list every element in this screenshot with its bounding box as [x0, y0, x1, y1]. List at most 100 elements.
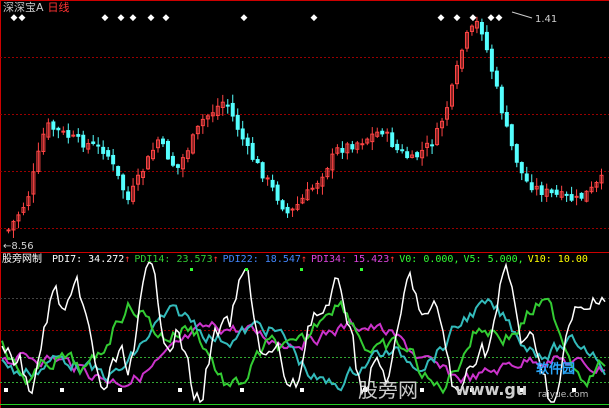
- candle-body: [499, 86, 504, 114]
- candle-body: [96, 144, 101, 147]
- candle-body: [81, 134, 86, 148]
- candle-body: [230, 102, 235, 117]
- readout-pdi14: PDI14: 23.573↑: [134, 254, 218, 265]
- candle-body: [494, 70, 499, 87]
- candle-body: [390, 132, 395, 147]
- candle-body: [395, 143, 400, 151]
- candle-body: [350, 144, 355, 150]
- readout-value: 34.272: [88, 254, 125, 265]
- candle-body: [121, 174, 126, 191]
- candle-body: [519, 162, 524, 174]
- readout-value: 5.000,: [487, 254, 524, 265]
- signal-diamond-icon: ◆: [454, 13, 461, 23]
- candle-body: [6, 229, 11, 232]
- candle-body: [380, 130, 385, 135]
- level-square-marker: [360, 268, 363, 271]
- security-name: 深深宝A: [3, 1, 44, 14]
- candle-body: [101, 146, 106, 154]
- candle-body: [76, 134, 81, 137]
- readout-label: PDI14:: [134, 254, 177, 265]
- candle-body: [539, 185, 544, 196]
- signal-diamond-icon: ◆: [102, 13, 109, 23]
- candle-body: [340, 147, 345, 153]
- candle-body: [509, 124, 514, 147]
- candle-body: [111, 154, 116, 165]
- low-price-label: ←8.56: [3, 241, 34, 252]
- candle-body: [165, 140, 170, 160]
- chart-window: { "window": { "title": "深深宝A", "period_l…: [0, 0, 609, 408]
- level-square-marker: [245, 268, 248, 271]
- signal-diamond-icon: ◆: [438, 13, 445, 23]
- period-label: 日线: [47, 1, 70, 14]
- candle-body: [290, 208, 295, 211]
- candle-body: [574, 195, 579, 198]
- readout-value: 15.423: [353, 254, 390, 265]
- candle-body: [504, 112, 509, 127]
- level-square-marker: [60, 388, 64, 392]
- grid-lines: [0, 0, 609, 408]
- readout-v0: V0: 0.000,: [399, 254, 459, 265]
- indicator-readouts: 股旁网制 PDI7: 34.272↑ PDI14: 23.573↑ PDI22: 1…: [2, 255, 592, 265]
- readout-pdi34: PDI34: 15.423↑: [311, 254, 395, 265]
- signal-diamond-icon: ◆: [488, 13, 495, 23]
- candle-body: [415, 152, 420, 158]
- candle-body: [126, 191, 131, 201]
- candle-body: [66, 130, 71, 138]
- signal-diamond-icon: ◆: [19, 13, 26, 23]
- readout-label: V5:: [463, 254, 488, 265]
- candle-body: [479, 21, 484, 35]
- readout-value: 10.00: [557, 254, 588, 265]
- level-square-marker: [300, 388, 304, 392]
- peak-price-label: 1.41: [535, 14, 558, 25]
- candle-body: [255, 159, 260, 164]
- candle-body: [514, 144, 519, 163]
- candle-body: [225, 104, 230, 107]
- candle-body: [400, 149, 405, 152]
- signal-diamond-icon: ◆: [11, 13, 18, 23]
- readout-label: V10:: [527, 254, 558, 265]
- candle-body: [554, 189, 559, 195]
- watermark-domain: raiyue.com: [538, 390, 589, 400]
- candle-body: [524, 173, 529, 182]
- peak-leader-line: [511, 11, 533, 19]
- signal-diamond-icon: ◆: [311, 13, 318, 23]
- up-arrow-icon: ↑: [212, 254, 219, 265]
- candle-body: [405, 151, 410, 159]
- candle-body: [91, 141, 96, 144]
- candle-body: [579, 192, 584, 199]
- level-square-marker: [300, 268, 303, 271]
- indicator-name: 股旁网制: [2, 254, 42, 265]
- readout-value: 0.000,: [423, 254, 460, 265]
- readout-label: PDI22:: [222, 254, 265, 265]
- candle-body: [56, 127, 61, 131]
- signal-diamond-icon: ◆: [148, 13, 155, 23]
- candle-body: [175, 164, 180, 168]
- candle-body: [430, 144, 435, 147]
- candle-body: [245, 137, 250, 147]
- signal-diamond-icon: ◆: [118, 13, 125, 23]
- readout-v5: V5: 5.000,: [463, 254, 523, 265]
- up-arrow-icon: ↑: [389, 254, 396, 265]
- level-square-marker: [190, 268, 193, 271]
- candle-body: [360, 143, 365, 146]
- candle-body: [160, 138, 165, 145]
- signal-diamond-icon: ◆: [130, 13, 137, 23]
- signal-markers: ◆ ◆ ◆ ◆ ◆ ◆ ◆ ◆ ◆ ◆ ◆ ◆ ◆ ◆: [11, 13, 503, 23]
- candle-body: [51, 121, 56, 130]
- candle-body: [170, 155, 175, 166]
- readout-pdi22: PDI22: 18.547↑: [223, 254, 307, 265]
- candle-body: [529, 182, 534, 191]
- price-candles: [6, 11, 604, 238]
- candle-body: [569, 194, 574, 201]
- candle-body: [265, 177, 270, 180]
- level-square-marker: [4, 388, 8, 392]
- low-price-value: 8.56: [11, 241, 34, 252]
- watermark-url: www.gu: [455, 380, 528, 399]
- candle-body: [549, 189, 554, 194]
- candle-body: [71, 134, 76, 137]
- readout-label: PDI7:: [52, 254, 89, 265]
- candle-body: [484, 31, 489, 51]
- candle-body: [270, 179, 275, 188]
- chart-canvas: ◆ ◆ ◆ ◆ ◆ ◆ ◆ ◆ ◆ ◆ ◆ ◆ ◆ ◆: [0, 0, 609, 408]
- readout-value: 18.547: [264, 254, 301, 265]
